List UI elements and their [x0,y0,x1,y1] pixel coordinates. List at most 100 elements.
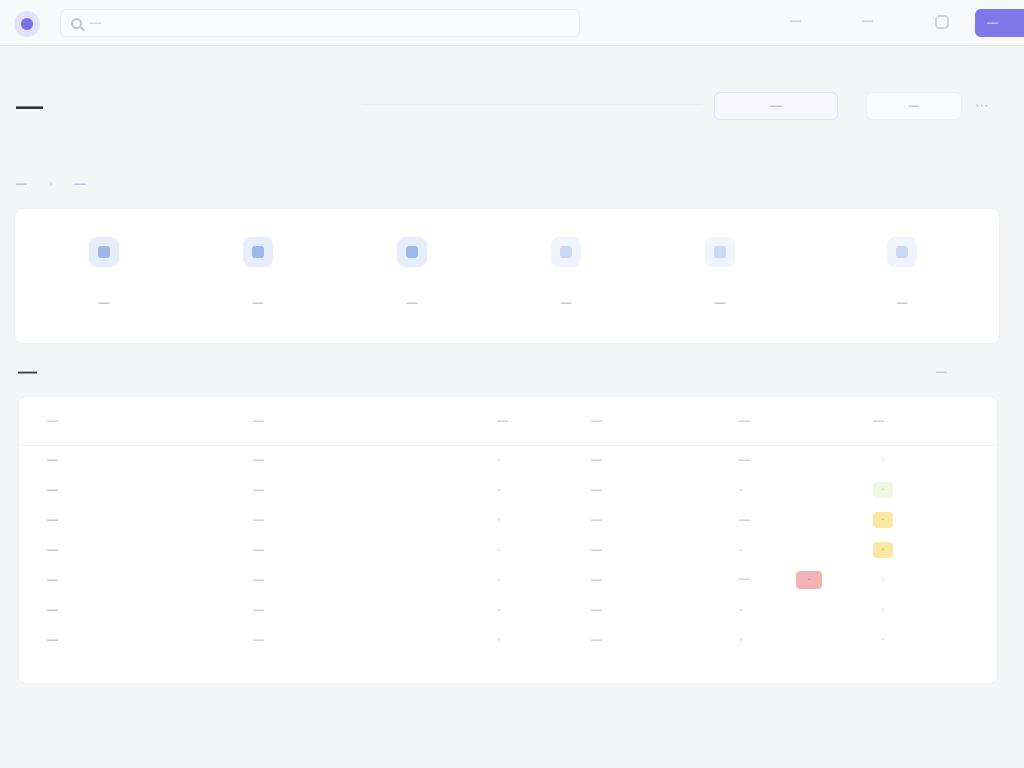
cell-status: · [727,595,865,625]
cell-name: — [47,574,58,586]
cell-score: · [865,505,997,535]
cell-status: · [727,625,865,655]
cell-name: — [47,544,58,556]
app-logo-icon[interactable] [14,11,40,37]
breadcrumb-link-2[interactable]: — [75,178,86,190]
table-row[interactable]: — — · — · · [19,535,997,565]
quick-action-label: — [98,297,110,309]
header-divider [362,104,702,105]
score-pill: · [881,604,885,615]
column-header[interactable]: — [19,397,233,446]
quick-action-4[interactable]: — [491,237,641,311]
score-pill: · [881,574,885,585]
cell-score: · [865,625,997,655]
cell-description: — [253,544,264,556]
table-row[interactable]: — — · — · · [19,595,997,625]
cell-date: — [591,634,602,646]
cell-score: · [865,445,997,475]
document-icon [705,237,735,267]
cell-status: · [727,535,865,565]
quick-action-5[interactable]: — [645,237,795,311]
quick-action-label: — [560,297,572,309]
cell-count: · [497,574,501,586]
primary-action-button[interactable]: — [975,9,1024,37]
top-navigation-bar: — — — — [0,0,1024,46]
quick-action-label: — [714,297,726,309]
column-header[interactable]: — [233,397,483,446]
table-header-row: — — — — — — [19,397,997,446]
cell-score: · [865,535,997,565]
quick-action-1[interactable]: — [29,237,179,311]
cell-name: — [47,634,58,646]
cell-count: · [497,544,501,556]
cell-name: — [47,454,58,467]
breadcrumb: — › — [16,178,86,190]
table-row[interactable]: — — · — — · [19,505,997,535]
cell-date: — [591,574,602,586]
status-text: · [739,544,743,556]
search-input[interactable]: — [60,9,580,37]
table-row[interactable]: — — · — — · [19,445,997,475]
mail-icon [243,237,273,267]
table-body: — — · — — · — — · — · · — — · — — · — — · — · · — — · — — · · — — · — · · — — ·… [19,445,997,655]
nav-link-2[interactable]: — [862,15,873,27]
cell-description: — [253,574,264,586]
table-row[interactable]: — — · — · · [19,625,997,655]
score-pill: · [873,512,893,528]
page-title: — [16,91,43,121]
score-pill: · [873,482,893,498]
status-text: · [739,634,743,646]
cell-date: — [591,514,602,526]
table-row[interactable]: — — · — · · [19,475,997,505]
document-icon [887,237,917,267]
cell-description: — [253,484,264,496]
column-header[interactable]: — [579,397,727,446]
quick-action-2[interactable]: — [183,237,333,311]
cell-count: · [497,454,501,467]
cell-count: · [497,604,501,616]
column-header[interactable]: — [865,397,997,446]
cell-count: · [497,484,501,496]
document-icon [551,237,581,267]
cell-date: — [591,484,602,496]
quick-action-label: — [406,297,418,309]
more-options-icon[interactable]: ⋯ [970,94,994,118]
nav-link-1[interactable]: — [790,15,801,27]
cell-date: — [591,604,602,616]
cell-count: · [497,514,501,526]
notification-icon[interactable] [935,15,949,29]
cell-status: · [727,475,865,505]
grid-icon [89,237,119,267]
cell-date: — [591,544,602,556]
score-pill: · [881,634,885,645]
column-header[interactable]: — [727,397,865,446]
cell-description: — [253,634,264,646]
quick-action-6[interactable]: — [827,237,977,311]
search-icon [71,17,82,29]
breadcrumb-separator: › [49,178,53,190]
cell-name: — [47,604,58,616]
column-header[interactable]: — [483,397,579,446]
cell-status: — · [727,565,865,595]
quick-actions-card: — — — — — — [14,208,1000,344]
search-placeholder: — [90,17,101,29]
cell-score: · [865,595,997,625]
breadcrumb-link-1[interactable]: — [16,178,27,190]
header-secondary-button[interactable]: — [866,92,962,120]
section-title: — [18,362,37,383]
view-all-link[interactable]: — [936,366,947,378]
quick-action-3[interactable]: — [337,237,487,311]
quick-action-label: — [896,297,908,309]
quick-action-label: — [252,297,264,309]
cell-status: — [727,505,865,535]
status-text: — [739,454,750,467]
cell-description: — [253,454,264,467]
cell-name: — [47,484,58,496]
status-text: — [739,573,750,585]
cell-date: — [591,454,602,467]
cell-description: — [253,604,264,616]
table-row[interactable]: — — · — — · · [19,565,997,595]
cell-score: · [865,475,997,505]
status-badge: · [796,571,822,589]
header-outline-button[interactable]: — [714,92,838,120]
